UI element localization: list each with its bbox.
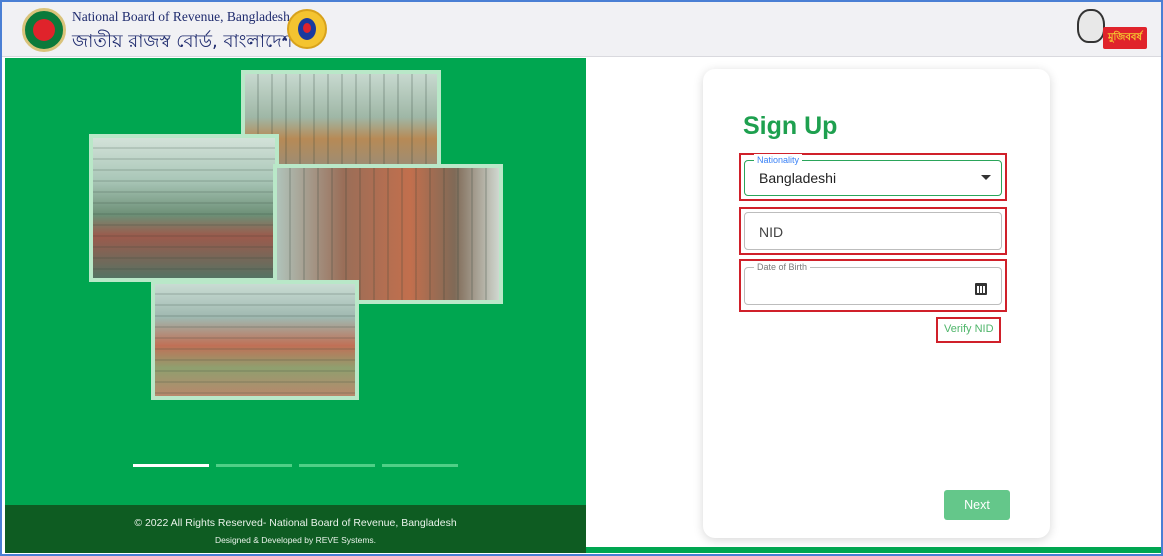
nid-input[interactable]: NID [744, 212, 1002, 250]
carousel-indicator-1[interactable] [133, 464, 209, 467]
port-photo [151, 280, 359, 400]
carousel-indicator-3[interactable] [299, 464, 375, 467]
container-yard-photo [89, 134, 279, 282]
top-header: National Board of Revenue, Bangladesh জা… [2, 2, 1161, 57]
credits-text: Designed & Developed by REVE Systems. [214, 535, 377, 545]
nationality-select[interactable]: Nationality Bangladeshi [744, 154, 1002, 196]
dob-input[interactable]: Date of Birth [744, 261, 1002, 305]
next-button[interactable]: Next [944, 490, 1010, 520]
carousel-indicator-4[interactable] [382, 464, 458, 467]
calendar-icon[interactable] [975, 283, 987, 295]
dob-label: Date of Birth [754, 261, 811, 273]
hero-panel: © 2022 All Rights Reserved- National Boa… [5, 58, 586, 553]
carousel-indicator-2[interactable] [216, 464, 292, 467]
signup-card: Sign Up Nationality Bangladeshi NID Date… [703, 69, 1050, 538]
org-name-bangla: জাতীয় রাজস্ব বোর্ড, বাংলাদেশ [72, 31, 293, 52]
mujib-badge: মুজিববর্ষ [1103, 27, 1147, 49]
copyright-text: © 2022 All Rights Reserved- National Boa… [134, 517, 457, 529]
footer: © 2022 All Rights Reserved- National Boa… [5, 505, 586, 553]
carousel-indicators [133, 464, 463, 468]
portrait-icon [1077, 9, 1105, 43]
form-area: Sign Up Nationality Bangladeshi NID Date… [586, 58, 1161, 553]
chevron-down-icon [981, 175, 991, 180]
customs-emblem-icon [287, 9, 327, 49]
nationality-label: Nationality [754, 154, 803, 166]
page-title: Sign Up [743, 112, 838, 140]
nationality-value: Bangladeshi [759, 170, 837, 186]
nid-placeholder: NID [759, 224, 784, 240]
mujib-borsho-logo: মুজিববর্ষ [1069, 7, 1147, 53]
verify-nid-link[interactable]: Verify NID [944, 323, 994, 335]
bottom-accent-bar [586, 547, 1161, 553]
nbr-logo-icon [22, 8, 66, 52]
org-name-english: National Board of Revenue, Bangladesh [72, 9, 290, 24]
